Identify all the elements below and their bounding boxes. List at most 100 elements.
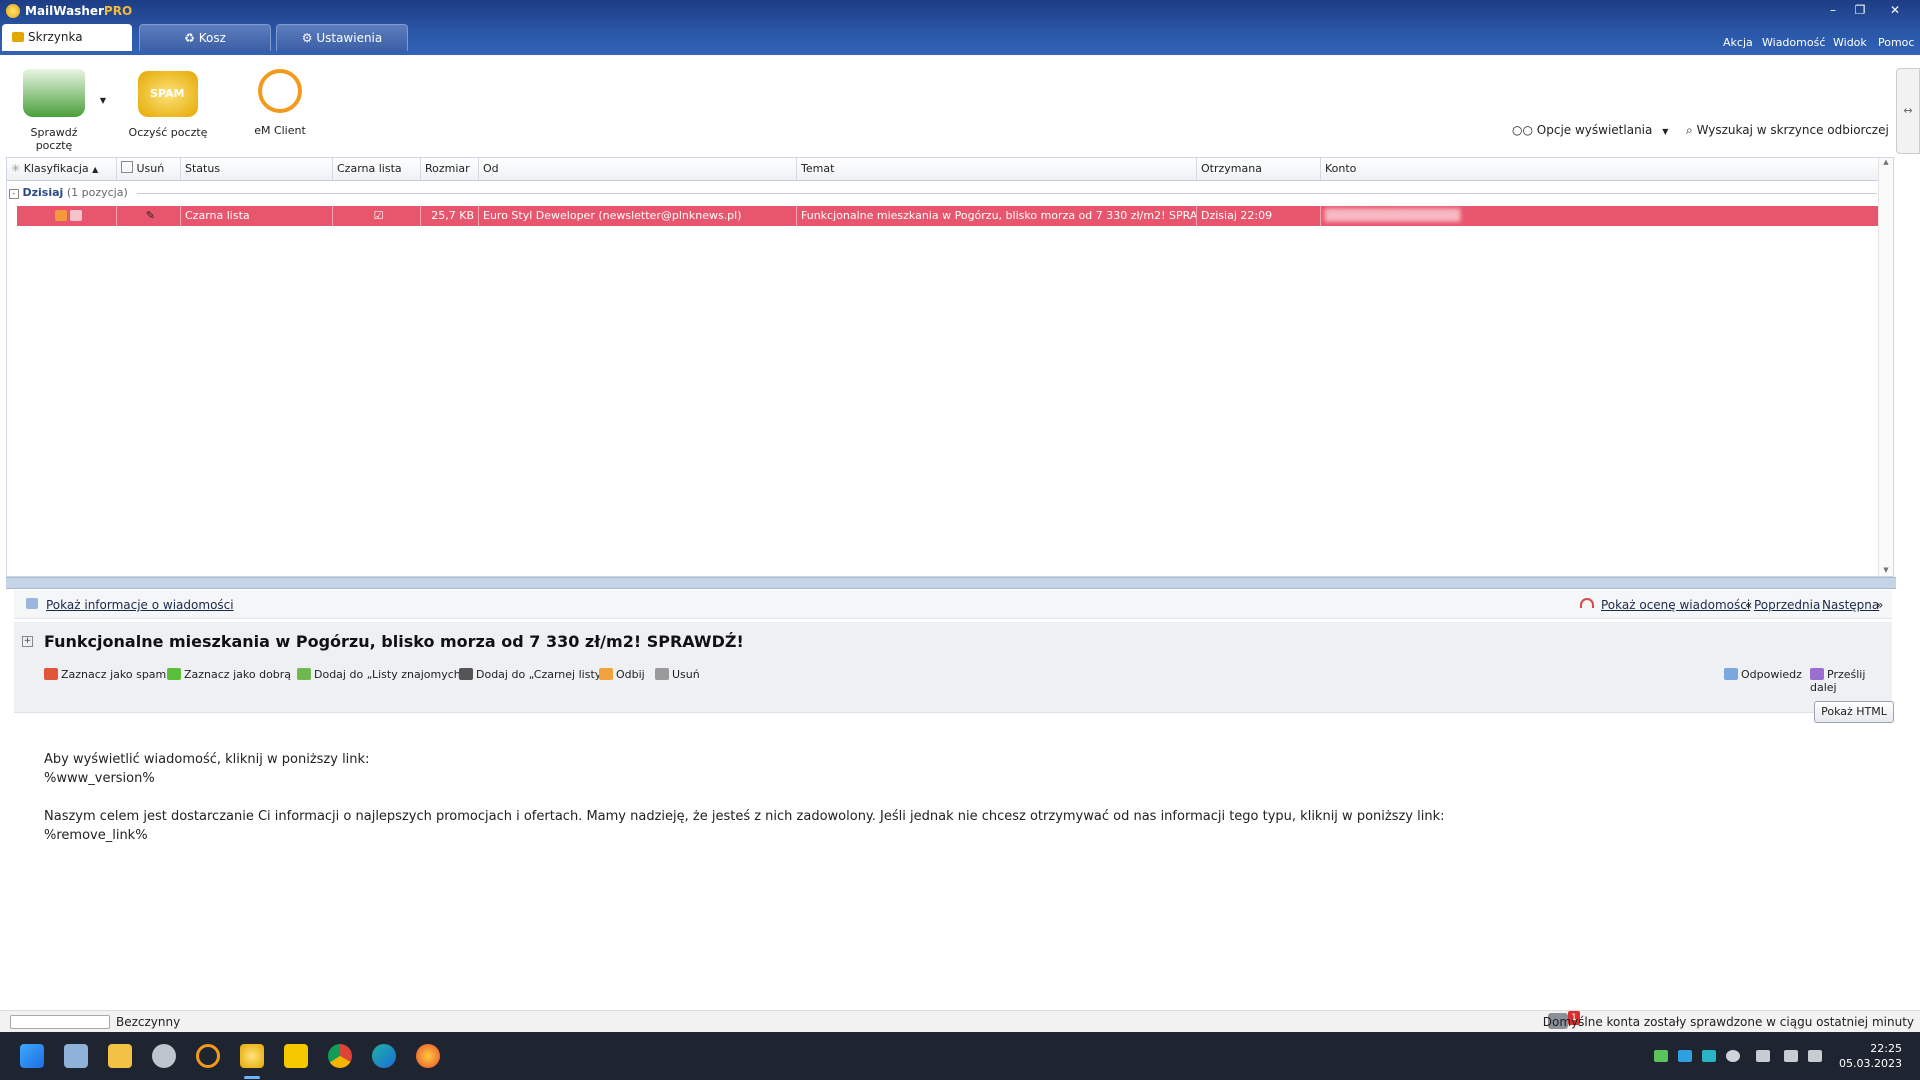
em-client-icon[interactable] [196,1044,220,1068]
edge-icon[interactable] [372,1044,396,1068]
tab-settings[interactable]: ⚙ Ustawienia [276,24,408,51]
spam-thumb-icon [54,210,67,221]
sidebar-toggle[interactable]: ↔ [1896,68,1920,154]
expand-icon[interactable]: + [22,636,33,647]
check-mail-dropdown[interactable]: ▼ [96,93,110,106]
column-status[interactable]: Status [181,158,333,180]
column-classification[interactable]: ✳ Klasyfikacja ▲ [7,158,117,180]
column-subject[interactable]: Temat [797,158,1197,180]
bounce-button[interactable]: Odbij [599,668,645,681]
network-tray-icon[interactable] [1784,1050,1798,1062]
check-mail-label: Sprawdź pocztę [30,126,78,152]
add-blacklist-label: Dodaj do „Czarnej listy” [476,668,607,681]
keyboard-tray-icon[interactable] [1756,1050,1770,1062]
show-message-info-link[interactable]: Pokaż informacje o wiadomości [46,598,234,612]
mark-spam-button[interactable]: Zaznacz jako spam [44,668,166,681]
restore-button[interactable]: ❐ [1849,2,1871,18]
subject-cell: Funkcjonalne mieszkania w Pogórzu, blisk… [797,206,1197,226]
em-client-button[interactable]: eM Client [240,55,320,137]
show-html-button[interactable]: Pokaż HTML [1814,701,1894,723]
windows-start-icon[interactable] [20,1044,44,1068]
group-label: Dzisiaj [22,186,64,199]
column-size[interactable]: Rozmiar [421,158,479,180]
menu-message[interactable]: Wiadomość [1762,36,1825,49]
em-client-label: eM Client [254,124,306,137]
mailwasher-logo-icon [6,4,20,18]
chevron-down-icon: ▼ [1662,127,1669,136]
mark-good-label: Zaznacz jako dobrą [184,668,292,681]
app-tray-icon[interactable] [1702,1050,1716,1062]
security-icon[interactable] [152,1044,176,1068]
search-inbox-button[interactable]: ⌕ Wyszukaj w skrzynce odbiorczej [1686,123,1889,138]
reply-button[interactable]: Odpowiedz [1724,668,1802,681]
moon-tray-icon[interactable] [1726,1050,1740,1062]
add-friends-button[interactable]: Dodaj do „Listy znajomych” [297,668,466,681]
body-line: Naszym celem jest dostarczanie Ci inform… [44,809,1445,824]
scroll-up-icon[interactable]: ▲ [1879,158,1893,166]
check-mail-button[interactable]: Sprawdź pocztę [12,55,96,152]
table-row[interactable]: ✎ Czarna lista ☑ 25,7 KB Euro Styl Dewel… [17,206,1887,226]
message-grid: ✳ Klasyfikacja ▲ Usuń Status Czarna list… [6,157,1894,577]
next-link[interactable]: Następna [1822,598,1879,612]
preview-pane: Pokaż informacje o wiadomości Pokaż ocen… [14,590,1894,1002]
grid-scrollbar[interactable]: ▲ ▼ [1878,158,1893,576]
scroll-down-icon[interactable]: ▼ [1879,566,1893,574]
forward-button[interactable]: Prześlij dalej [1810,668,1892,694]
previous-link[interactable]: Poprzednia [1754,598,1820,612]
column-delete[interactable]: Usuń [117,158,181,180]
column-from[interactable]: Od [479,158,797,180]
mail-icon[interactable] [284,1044,308,1068]
add-blacklist-button[interactable]: Dodaj do „Czarnej listy” [459,668,607,681]
status-bar: Bezczynny 1 Domyślne konta zostały spraw… [0,1010,1920,1033]
body-line: %www_version% [44,771,155,786]
status-text: Bezczynny [116,1015,181,1029]
info-bar: Pokaż informacje o wiadomości Pokaż ocen… [14,590,1892,619]
envelope-icon [23,69,85,117]
close-button[interactable]: ✕ [1884,2,1906,18]
tab-settings-label: Ustawienia [316,31,383,45]
menu-view[interactable]: Widok [1833,36,1867,49]
volume-tray-icon[interactable] [1808,1050,1822,1062]
delete-cell[interactable]: ✎ [117,206,181,226]
tab-inbox[interactable]: Skrzynka odbiorcza [2,24,132,71]
delete-label: Usuń [672,668,700,681]
clean-mail-button[interactable]: SPAM Oczyść pocztę [128,55,208,139]
from-cell: Euro Styl Deweloper (newsletter@plnknews… [479,206,797,226]
mark-good-button[interactable]: Zaznacz jako dobrą [167,668,291,681]
minimize-button[interactable]: – [1822,2,1844,18]
file-explorer-icon[interactable] [108,1044,132,1068]
chevron-down-icon: ▼ [99,96,107,105]
clean-mail-label: Oczyść pocztę [128,126,208,139]
column-blacklist[interactable]: Czarna lista [333,158,421,180]
group-today[interactable]: - Dzisiaj (1 pozycja) [9,186,128,199]
mailwasher-icon[interactable] [240,1044,264,1068]
nvidia-tray-icon[interactable] [1654,1050,1668,1062]
next-arrow-icon: » [1876,598,1884,612]
menu-action[interactable]: Akcja [1723,36,1753,49]
column-account[interactable]: Konto [1321,158,1879,180]
pane-splitter[interactable] [6,577,1896,589]
good-thumb-icon [167,668,181,680]
spam-icon: SPAM [138,71,198,117]
firefox-icon[interactable] [416,1044,440,1068]
chrome-icon[interactable] [328,1044,352,1068]
mark-spam-label: Zaznacz jako spam [61,668,167,681]
delete-button[interactable]: Usuń [655,668,700,681]
group-divider [137,193,1877,194]
view-options-button[interactable]: ○○ Opcje wyświetlania ▼ [1512,123,1668,137]
received-cell: Dzisiaj 22:09 [1197,206,1321,226]
view-options-label: Opcje wyświetlania [1536,123,1653,137]
photos-icon[interactable] [64,1044,88,1068]
shield-tray-icon[interactable] [1678,1050,1692,1062]
tab-trash[interactable]: ♻ Kosz [139,24,271,51]
progress-bar [10,1015,110,1029]
column-received[interactable]: Otrzymana [1197,158,1321,180]
good-thumb-icon [70,210,83,221]
blacklist-checkbox[interactable]: ☑ [333,206,421,226]
grid-header: ✳ Klasyfikacja ▲ Usuń Status Czarna list… [7,158,1893,181]
status-cell: Czarna lista [181,206,333,226]
clock[interactable]: 22:25 05.03.2023 [1839,1041,1902,1071]
show-rating-link[interactable]: Pokaż ocenę wiadomości [1601,598,1750,612]
title-bar: MailWasherPRO – ❐ ✕ Skrzynka odbiorcza ♻… [0,0,1920,71]
menu-help[interactable]: Pomoc [1878,36,1914,49]
